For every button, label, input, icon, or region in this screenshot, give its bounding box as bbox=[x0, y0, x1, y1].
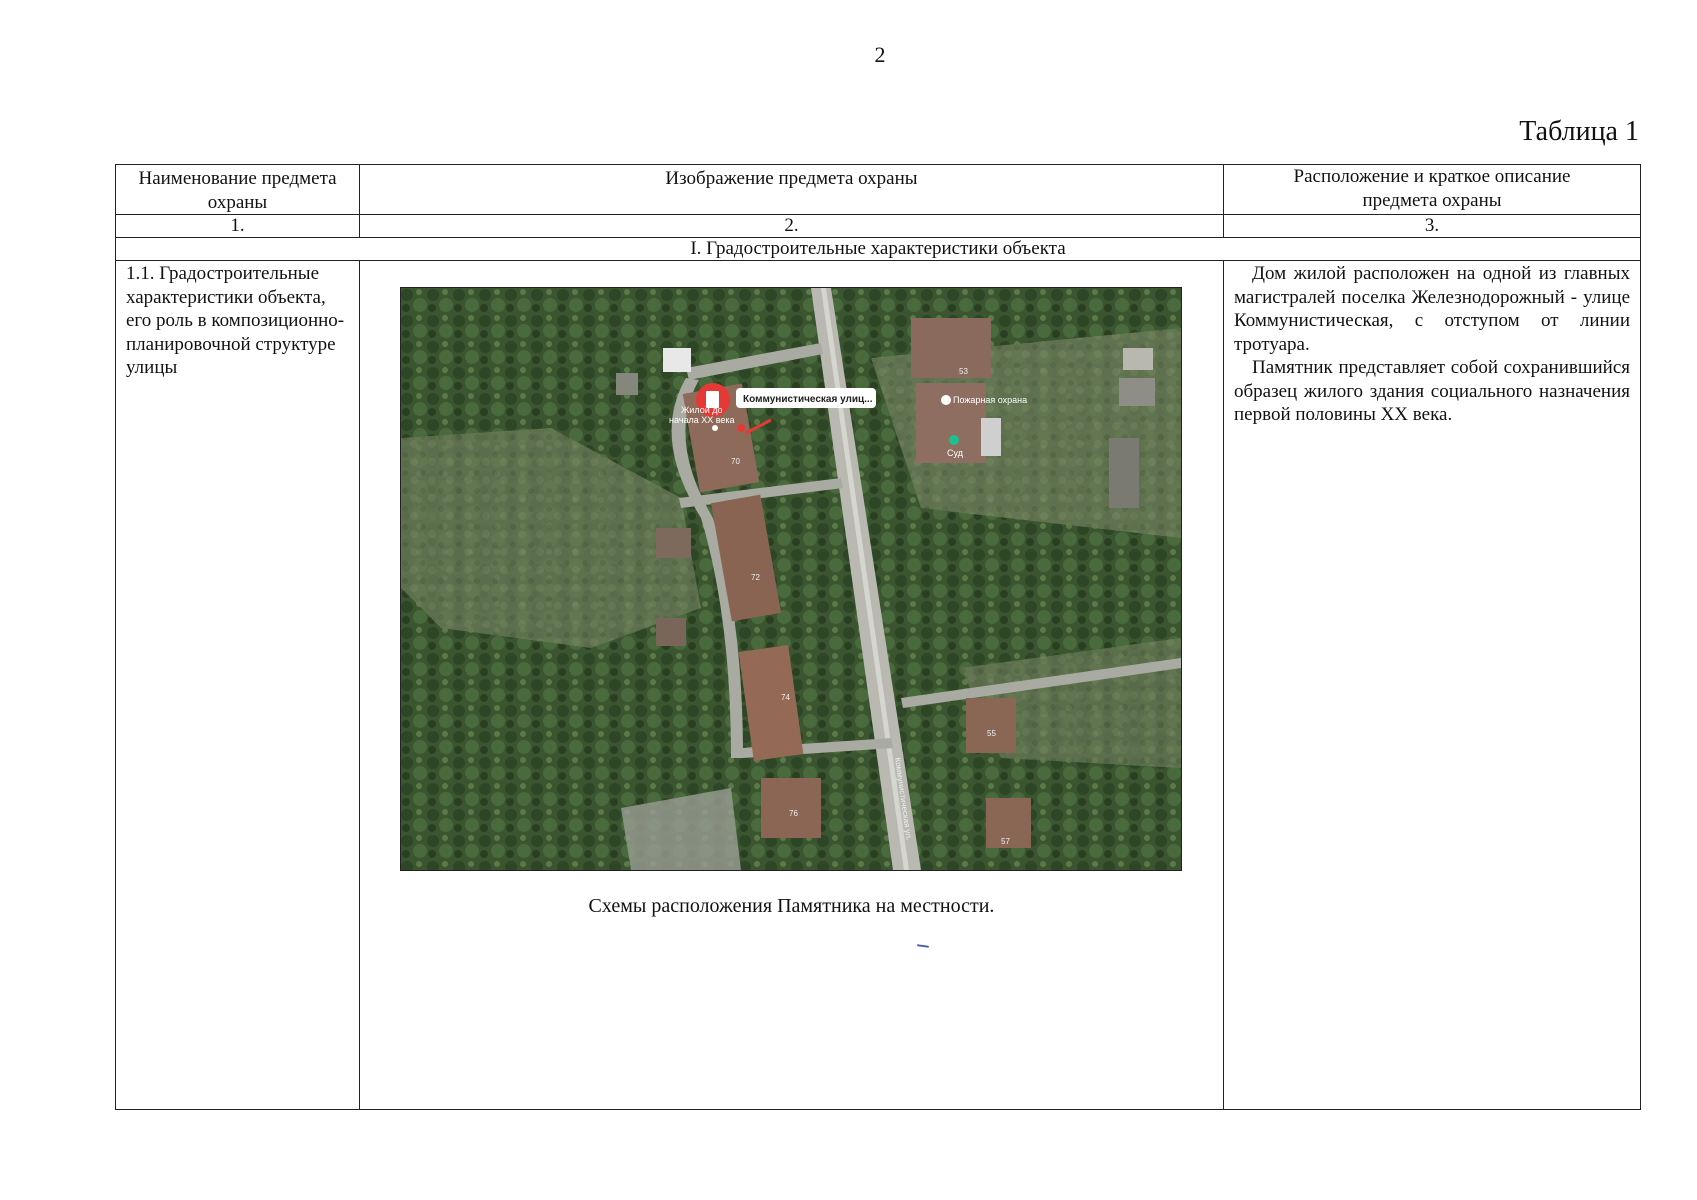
house-number: 70 bbox=[731, 457, 740, 466]
column-number-1: 1. bbox=[115, 214, 360, 238]
column-number-row: 1. 2. 3. bbox=[115, 214, 1641, 238]
house-number: 72 bbox=[751, 573, 760, 582]
header-row: Наименование предмета охраны Изображение… bbox=[115, 164, 1641, 215]
header-cell-name: Наименование предмета охраны bbox=[115, 164, 360, 215]
court-label: Суд bbox=[947, 448, 964, 458]
protection-subject-name: 1.1. Градостроительные характеристики об… bbox=[115, 260, 360, 1110]
table-caption: Таблица 1 bbox=[1519, 116, 1639, 147]
section-row: I. Градостроительные характеристики объе… bbox=[115, 237, 1641, 261]
description-paragraph: Памятник представляет собой сохранившийс… bbox=[1234, 357, 1630, 425]
protection-table: Наименование предмета охраны Изображение… bbox=[115, 164, 1641, 1110]
house-number: 53 bbox=[959, 367, 968, 376]
house-number: 76 bbox=[789, 809, 798, 818]
table-row: 1.1. Градостроительные характеристики об… bbox=[115, 260, 1641, 1110]
house-number: 55 bbox=[987, 729, 996, 738]
protection-subject-name-text: 1.1. Градостроительные характеристики об… bbox=[126, 263, 345, 378]
map-marker-sublabel-2: начала XX века bbox=[669, 415, 735, 425]
fire-station-icon bbox=[941, 395, 951, 405]
image-caption: Схемы расположения Памятника на местност… bbox=[588, 895, 995, 917]
header-cell-image: Изображение предмета охраны bbox=[359, 164, 1224, 215]
section-title: I. Градостроительные характеристики объе… bbox=[115, 237, 1641, 261]
column-number-3: 3. bbox=[1223, 214, 1641, 238]
satellite-map: Коммунистическая улиц... Жилой до начала… bbox=[400, 287, 1182, 871]
description-cell: Дом жилой расположен на одной из главных… bbox=[1223, 260, 1641, 1110]
house-number: 57 bbox=[1001, 837, 1010, 846]
satellite-map-image: Коммунистическая улиц... Жилой до начала… bbox=[401, 288, 1181, 870]
fire-station-label: Пожарная охрана bbox=[953, 395, 1027, 405]
image-cell: Коммунистическая улиц... Жилой до начала… bbox=[359, 260, 1224, 1110]
map-marker-label[interactable]: Коммунистическая улиц... bbox=[743, 394, 873, 405]
house-number: 74 bbox=[781, 693, 790, 702]
court-icon bbox=[949, 435, 959, 445]
header-cell-description: Расположение и краткое описание предмета… bbox=[1223, 164, 1641, 215]
description-paragraph: Дом жилой расположен на одной из главных… bbox=[1234, 263, 1630, 355]
description-text: Дом жилой расположен на одной из главных… bbox=[1224, 261, 1640, 427]
page-number: 2 bbox=[874, 42, 886, 67]
column-number-2: 2. bbox=[359, 214, 1224, 238]
map-marker-sublabel-1: Жилой до bbox=[681, 405, 722, 415]
